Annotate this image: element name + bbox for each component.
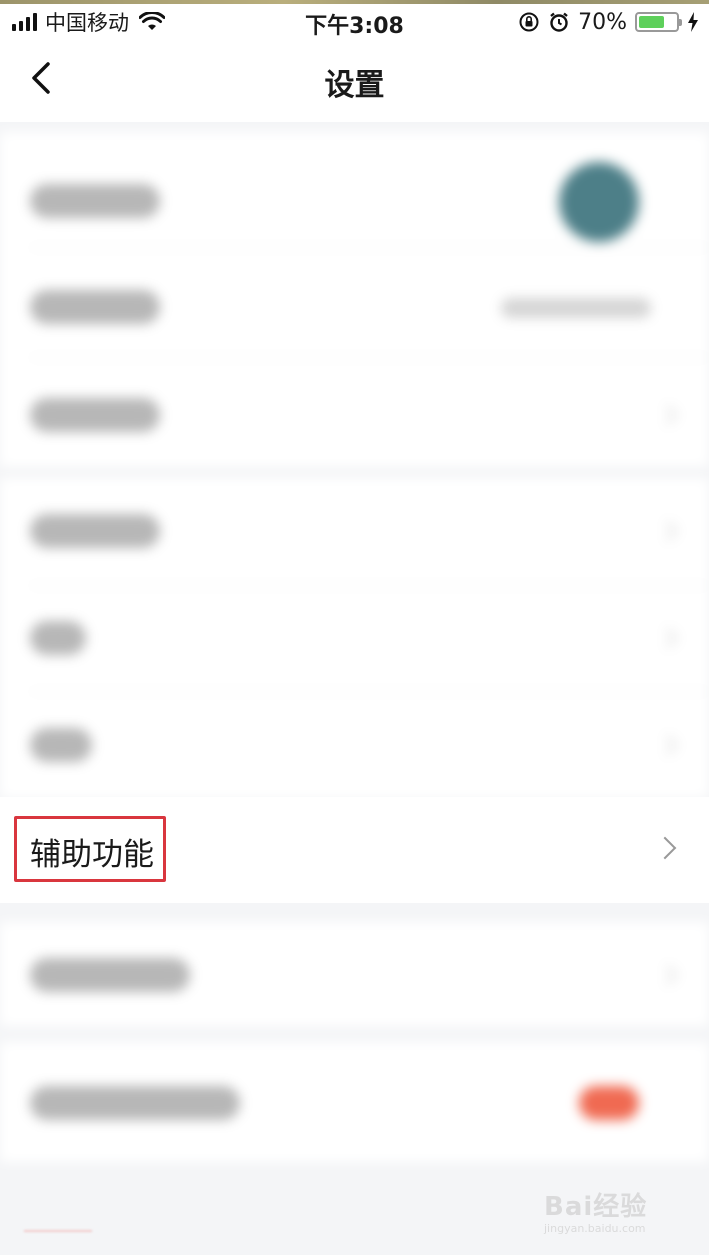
avatar <box>559 162 639 242</box>
page-title: 设置 <box>324 68 385 103</box>
obscured-settings-group-2 <box>0 478 709 798</box>
obscured-label <box>30 728 92 762</box>
obscured-label <box>30 958 190 992</box>
status-bar: 中国移动 下午3:08 70% <box>0 4 709 40</box>
watermark-subtext: jingyan.baidu.com <box>544 1222 646 1235</box>
highlight-box <box>14 816 166 882</box>
settings-item-accessibility[interactable]: 辅助功能 <box>0 797 709 903</box>
battery-percent: 70% <box>578 9 627 35</box>
obscured-label <box>30 514 160 548</box>
orientation-lock-icon <box>519 12 539 32</box>
toggle-switch <box>579 1086 639 1120</box>
obscured-label <box>30 290 160 324</box>
watermark-logo: Bai经验 jingyan.baidu.com <box>544 1178 674 1244</box>
battery-level <box>639 16 665 28</box>
chevron-right-icon <box>653 836 677 860</box>
bottom-remnant <box>24 1226 92 1232</box>
charging-icon <box>688 12 698 32</box>
alarm-icon <box>550 12 568 32</box>
obscured-label <box>30 398 160 432</box>
obscured-settings-group-1 <box>0 122 709 477</box>
obscured-label <box>30 1086 240 1120</box>
battery-icon <box>635 12 682 32</box>
obscured-label <box>30 621 86 655</box>
obscured-settings-group-3 <box>0 922 709 1177</box>
obscured-label <box>30 184 160 218</box>
obscured-value <box>501 298 651 318</box>
watermark-text: Bai经验 <box>544 1192 648 1222</box>
nav-bar: 设置 <box>0 40 709 122</box>
